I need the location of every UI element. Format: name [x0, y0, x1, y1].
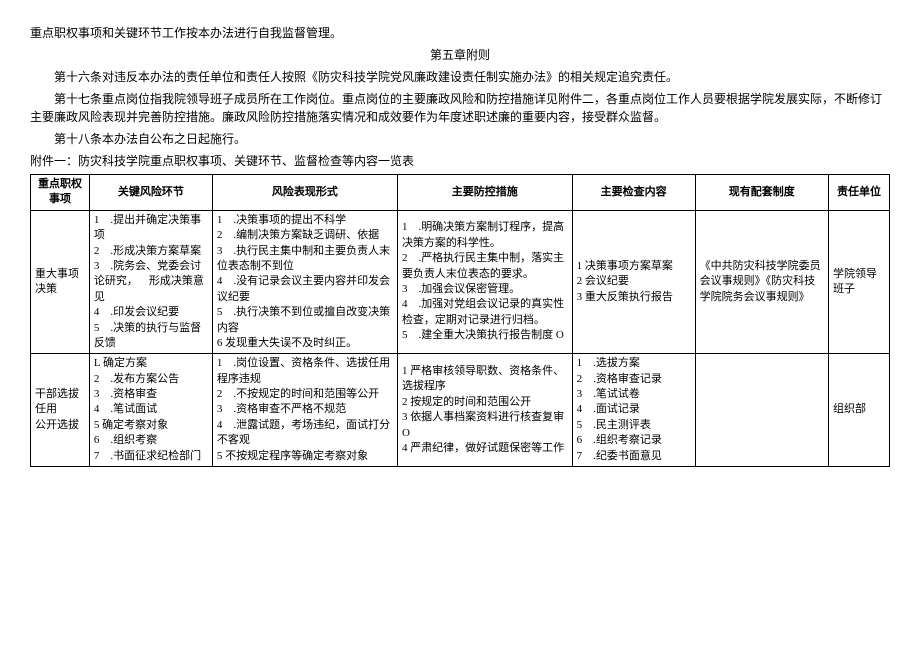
cell-risk: 1 .决策事项的提出不科学2 .编制决策方案缺乏调研、依据3 .执行民主集中制和… [212, 210, 397, 354]
cell-system [695, 354, 828, 467]
cell-system: 《中共防灾科技学院委员会议事规则》《防灾科技学院院务会议事规则》 [695, 210, 828, 354]
article-17: 第十七条重点岗位指我院领导班子成员所在工作岗位。重点岗位的主要廉政风险和防控措施… [30, 90, 890, 126]
header-system: 现有配套制度 [695, 175, 828, 211]
cell-check: 1 .选拔方案2 .资格审查记录3 .笔试试卷4 .面试记录5 .民主测评表6 … [572, 354, 695, 467]
cell-risk: 1 .岗位设置、资格条件、选拔任用程序违规2 .不按规定的时间和范围等公开3 .… [212, 354, 397, 467]
table-row: 重大事项决策 1 .提出并确定决策事项2 .形成决策方案草案3 .院务会、党委会… [31, 210, 890, 354]
main-table: 重点职权事项 关键风险环节 风险表现形式 主要防控措施 主要检查内容 现有配套制… [30, 174, 890, 467]
header-control: 主要防控措施 [397, 175, 572, 211]
cell-control: 1 .明确决策方案制订程序，提高决策方案的科学性。2 .严格执行民主集中制，落实… [397, 210, 572, 354]
header-risk: 风险表现形式 [212, 175, 397, 211]
cell-unit: 学院领导班子 [828, 210, 889, 354]
cell-item: 重大事项决策 [31, 210, 90, 354]
cell-link: L 确定方案2 .发布方案公告3 .资格审查4 .笔试面试5 确定考察对象6 .… [89, 354, 212, 467]
table-row: 干部选拔任用公开选拔 L 确定方案2 .发布方案公告3 .资格审查4 .笔试面试… [31, 354, 890, 467]
cell-check: 1 决策事项方案草案2 会议纪要3 重大反策执行报告 [572, 210, 695, 354]
header-link: 关键风险环节 [89, 175, 212, 211]
header-unit: 责任单位 [828, 175, 889, 211]
article-18: 第十八条本办法自公布之日起施行。 [30, 130, 890, 148]
cell-unit: 组织部 [828, 354, 889, 467]
cell-control: 1 严格审核领导职数、资格条件、选拔程序2 按规定的时间和范围公开3 依据人事档… [397, 354, 572, 467]
cell-item: 干部选拔任用公开选拔 [31, 354, 90, 467]
cell-link: 1 .提出并确定决策事项2 .形成决策方案草案3 .院务会、党委会讨论研究， 形… [89, 210, 212, 354]
attachment-title: 附件一：防灾科技学院重点职权事项、关键环节、监督检查等内容一览表 [30, 152, 890, 170]
header-item: 重点职权事项 [31, 175, 90, 211]
table-header-row: 重点职权事项 关键风险环节 风险表现形式 主要防控措施 主要检查内容 现有配套制… [31, 175, 890, 211]
paragraph-intro: 重点职权事项和关键环节工作按本办法进行自我监督管理。 [30, 24, 890, 42]
chapter-heading: 第五章附则 [30, 46, 890, 64]
article-16: 第十六条对违反本办法的责任单位和责任人按照《防灾科技学院党风廉政建设责任制实施办… [30, 68, 890, 86]
header-check: 主要检查内容 [572, 175, 695, 211]
